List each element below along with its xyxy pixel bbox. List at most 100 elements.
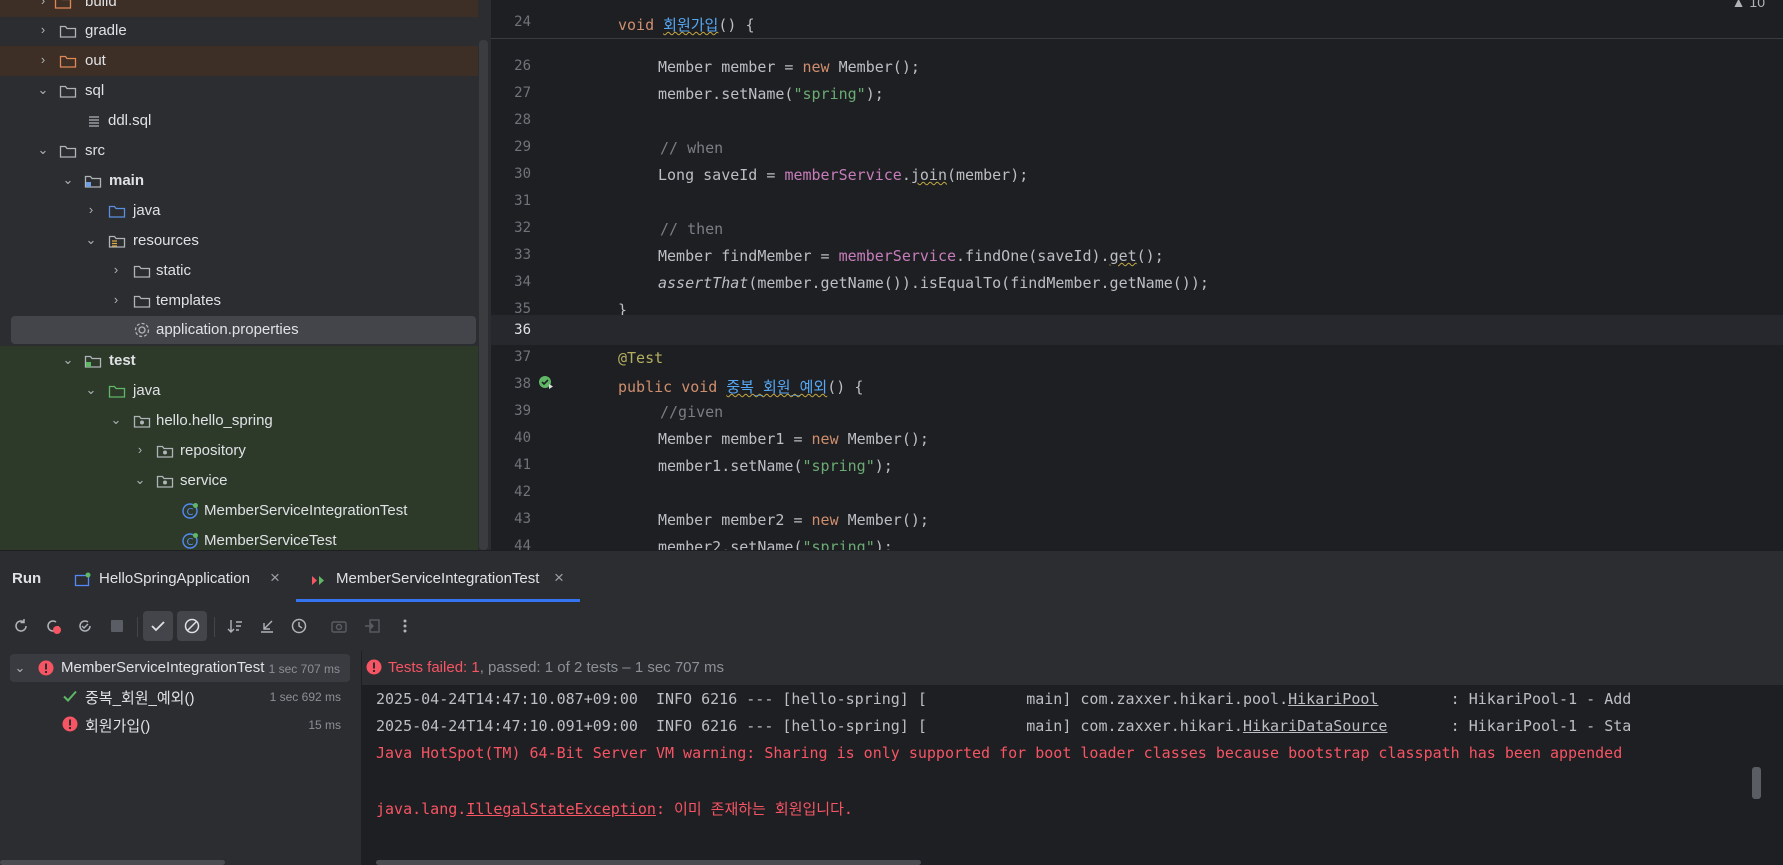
- warning-count-badge[interactable]: ▲ 10: [1732, 0, 1765, 10]
- folder-icon: [133, 265, 151, 278]
- tree-item-package-hello[interactable]: ⌄ hello.hello_spring: [0, 406, 478, 436]
- import-tests-button[interactable]: [357, 611, 387, 641]
- chevron-right-icon[interactable]: ›: [109, 293, 123, 307]
- test-results-tree: ⌄ MemberServiceIntegrationTest 1 sec 707…: [0, 651, 362, 865]
- code-line: 30 Long saveId = memberService.join(memb…: [491, 162, 1783, 189]
- folder-icon: [108, 385, 126, 398]
- chevron-down-icon[interactable]: ⌄: [61, 353, 75, 367]
- chevron-right-icon[interactable]: ›: [133, 443, 147, 457]
- tree-item-out[interactable]: › out: [0, 46, 478, 76]
- tree-item-static[interactable]: › static: [0, 256, 478, 286]
- rerun-failed-button[interactable]: [38, 611, 68, 641]
- chevron-down-icon[interactable]: ⌄: [84, 383, 98, 397]
- log-area[interactable]: 2025-04-24T14:47:10.087+09:00 INFO 6216 …: [362, 686, 1783, 865]
- sort-button[interactable]: [220, 611, 250, 641]
- log-horizontal-scrollbar[interactable]: [376, 860, 921, 865]
- code-text: member2.setName("spring");: [658, 538, 893, 550]
- run-tool-window: Run HelloSpringApplication × MemberServi…: [0, 550, 1783, 865]
- chevron-down-icon[interactable]: ⌄: [109, 413, 123, 427]
- chevron-down-icon[interactable]: ⌄: [13, 661, 27, 675]
- tree-item-test-java[interactable]: ⌄ java: [0, 376, 478, 406]
- screenshot-button[interactable]: [324, 611, 354, 641]
- tree-item-application-properties[interactable]: application.properties: [11, 316, 476, 344]
- chevron-down-icon[interactable]: ⌄: [133, 473, 147, 487]
- collapse-all-button[interactable]: [252, 611, 282, 641]
- package-icon: [156, 475, 174, 488]
- tree-item-main[interactable]: ⌄ main: [0, 166, 478, 196]
- code-line: 44 member2.setName("spring");: [491, 534, 1783, 550]
- chevron-right-icon[interactable]: ›: [109, 263, 123, 277]
- tab-hello-spring-application[interactable]: HelloSpringApplication ×: [74, 563, 288, 599]
- test-result-row-method[interactable]: 중복_회원_예외() 1 sec 692 ms: [0, 682, 361, 710]
- tree-item-label: static: [156, 262, 192, 279]
- tree-item-member-service-integration-test[interactable]: C MemberServiceIntegrationTest: [0, 496, 478, 526]
- sticky-scope-header[interactable]: 24 void 회원가입() { ▲ 10: [491, 0, 1783, 39]
- application-icon: [74, 572, 91, 587]
- code-line: 27 member.setName("spring");: [491, 81, 1783, 108]
- log-vertical-scrollbar[interactable]: [1752, 767, 1761, 799]
- package-icon: [133, 415, 151, 428]
- code-text: Member member = new Member();: [658, 58, 920, 76]
- chevron-right-icon[interactable]: ›: [36, 23, 50, 37]
- failed-icon: [62, 716, 78, 732]
- rerun-button[interactable]: [6, 611, 36, 641]
- tree-item-label: ddl.sql: [108, 112, 152, 129]
- results-horizontal-scrollbar[interactable]: [0, 860, 225, 865]
- tree-item-service[interactable]: ⌄ service: [0, 466, 478, 496]
- test-result-time: 1 sec 707 ms: [268, 662, 340, 676]
- close-icon[interactable]: ×: [554, 568, 564, 588]
- tree-item-label: java: [133, 202, 161, 219]
- stop-button[interactable]: [102, 611, 132, 641]
- line-number: 26: [514, 58, 531, 74]
- chevron-down-icon[interactable]: ⌄: [84, 233, 98, 247]
- code-text: Member findMember = memberService.findOn…: [658, 247, 1164, 265]
- run-test-gutter-icon[interactable]: [538, 374, 554, 390]
- tree-item-label: hello.hello_spring: [156, 412, 273, 429]
- tree-scrollbar[interactable]: [479, 40, 488, 550]
- code-editor[interactable]: 26 Member member = new Member(); 27 memb…: [491, 0, 1783, 550]
- chevron-right-icon[interactable]: ›: [84, 203, 98, 217]
- line-number: 30: [514, 166, 531, 182]
- code-line: 39 //given: [491, 399, 1783, 426]
- line-number: 40: [514, 430, 531, 446]
- line-number: 32: [514, 220, 531, 236]
- chevron-right-icon[interactable]: ›: [36, 53, 50, 67]
- code-comment: //given: [660, 403, 724, 421]
- tree-item-label: application.properties: [156, 321, 299, 338]
- tree-item-build[interactable]: › build: [0, 0, 478, 17]
- tree-item-resources[interactable]: ⌄ resources: [0, 226, 478, 256]
- test-class-icon: C: [182, 533, 198, 549]
- code-text: public void 중복_회원_예외() {: [618, 378, 864, 396]
- tree-item-src[interactable]: ⌄ src: [0, 136, 478, 166]
- tree-item-label: resources: [133, 232, 199, 249]
- chevron-down-icon[interactable]: ⌄: [36, 83, 50, 97]
- current-line: 36: [491, 315, 1783, 345]
- chevron-down-icon[interactable]: ⌄: [61, 173, 75, 187]
- show-ignored-toggle[interactable]: [177, 611, 207, 641]
- close-icon[interactable]: ×: [270, 568, 280, 588]
- show-passed-toggle[interactable]: [143, 611, 173, 641]
- line-number: 27: [514, 85, 531, 101]
- tree-item-templates[interactable]: › templates: [0, 286, 478, 316]
- chevron-right-icon[interactable]: ›: [36, 0, 50, 8]
- test-run-icon: [312, 576, 324, 585]
- more-options-button[interactable]: [390, 611, 420, 641]
- toggle-auto-test-button[interactable]: [70, 611, 100, 641]
- console-output[interactable]: Tests failed: 1, passed: 1 of 2 tests – …: [362, 651, 1783, 865]
- tree-item-member-service-test[interactable]: C MemberServiceTest: [0, 526, 478, 550]
- test-summary-text: Tests failed: 1, passed: 1 of 2 tests – …: [388, 659, 725, 676]
- tree-item-main-java[interactable]: › java: [0, 196, 478, 226]
- chevron-down-icon[interactable]: ⌄: [36, 143, 50, 157]
- test-result-time: 1 sec 692 ms: [269, 690, 341, 704]
- tree-item-test[interactable]: ⌄ test: [0, 346, 478, 376]
- test-result-row-method[interactable]: 회원가입() 15 ms: [0, 710, 361, 738]
- test-history-button[interactable]: [284, 611, 314, 641]
- tree-item-gradle[interactable]: › gradle: [0, 16, 478, 46]
- test-folder-icon: [84, 355, 102, 368]
- tree-item-repository[interactable]: › repository: [0, 436, 478, 466]
- tree-item-label: out: [85, 52, 106, 69]
- tree-item-ddl-sql[interactable]: ddl.sql: [0, 106, 478, 136]
- tab-member-service-integration-test[interactable]: MemberServiceIntegrationTest ×: [296, 563, 580, 602]
- test-result-row-class[interactable]: ⌄ MemberServiceIntegrationTest 1 sec 707…: [10, 654, 350, 682]
- tree-item-sql[interactable]: ⌄ sql: [0, 76, 478, 106]
